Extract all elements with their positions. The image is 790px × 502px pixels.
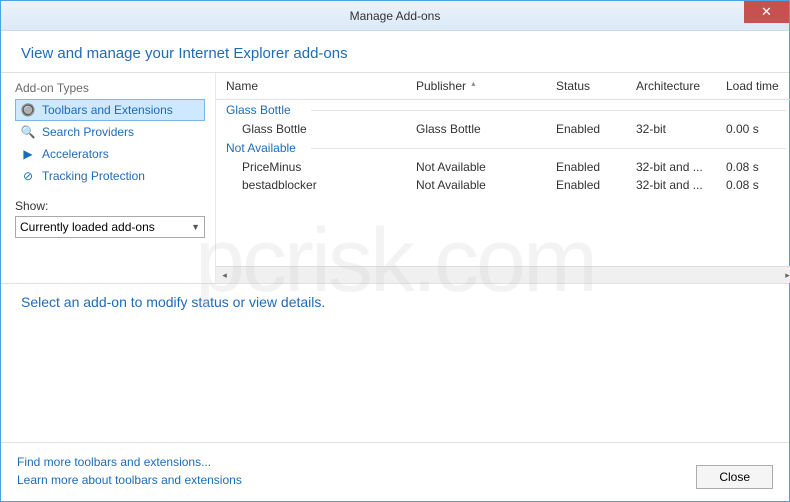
addon-types-label: Add-on Types: [15, 81, 205, 95]
close-button[interactable]: Close: [696, 465, 773, 489]
cell-architecture: 32-bit and ...: [636, 160, 726, 174]
group-header[interactable]: Glass Bottle: [226, 100, 790, 120]
cell-load-time: 0.08 s: [726, 160, 790, 174]
addon-list-panel: Name Publisher ▴ Status Architecture Loa…: [216, 73, 790, 283]
table-body: Glass Bottle Glass Bottle Glass Bottle E…: [216, 100, 790, 266]
cell-status: Enabled: [556, 122, 636, 136]
window-close-button[interactable]: ✕: [744, 1, 789, 23]
col-header-name[interactable]: Name: [226, 79, 416, 93]
cell-publisher: Glass Bottle: [416, 122, 556, 136]
details-pane: Select an add-on to modify status or vie…: [1, 283, 789, 428]
sort-ascending-icon: ▴: [471, 79, 475, 88]
cell-publisher: Not Available: [416, 178, 556, 192]
accelerator-icon: ▶: [20, 146, 36, 162]
table-row[interactable]: bestadblocker Not Available Enabled 32-b…: [226, 176, 790, 194]
search-icon: 🔍: [20, 124, 36, 140]
show-dropdown[interactable]: Currently loaded add-ons ▼: [15, 216, 205, 238]
footer: Find more toolbars and extensions... Lea…: [1, 442, 789, 501]
close-icon: ✕: [761, 4, 772, 20]
table-row[interactable]: PriceMinus Not Available Enabled 32-bit …: [226, 158, 790, 176]
show-label: Show:: [15, 199, 205, 213]
table-row[interactable]: Glass Bottle Glass Bottle Enabled 32-bit…: [226, 120, 790, 138]
scroll-left-icon[interactable]: ◂: [216, 267, 233, 284]
cell-name: PriceMinus: [242, 160, 416, 174]
header-title: View and manage your Internet Explorer a…: [21, 45, 769, 62]
scroll-right-icon[interactable]: ▸: [779, 267, 790, 284]
cell-status: Enabled: [556, 178, 636, 192]
sidebar-item-accelerators[interactable]: ▶ Accelerators: [15, 143, 205, 165]
sidebar-item-label: Toolbars and Extensions: [42, 103, 173, 117]
table-header: Name Publisher ▴ Status Architecture Loa…: [216, 73, 790, 100]
main-area: Add-on Types 🔘 Toolbars and Extensions 🔍…: [1, 73, 789, 283]
cell-load-time: 0.00 s: [726, 122, 790, 136]
col-header-architecture[interactable]: Architecture: [636, 79, 726, 93]
cell-publisher: Not Available: [416, 160, 556, 174]
tracking-icon: ⊘: [20, 168, 36, 184]
find-more-link[interactable]: Find more toolbars and extensions...: [17, 453, 242, 471]
cell-architecture: 32-bit: [636, 122, 726, 136]
group-header[interactable]: Not Available: [226, 138, 790, 158]
sidebar-item-tracking-protection[interactable]: ⊘ Tracking Protection: [15, 165, 205, 187]
footer-links: Find more toolbars and extensions... Lea…: [17, 453, 242, 489]
col-header-publisher[interactable]: Publisher ▴: [416, 79, 556, 93]
toolbars-icon: 🔘: [20, 102, 36, 118]
horizontal-scrollbar[interactable]: ◂ ▸: [216, 266, 790, 283]
window-title: Manage Add-ons: [350, 9, 441, 23]
titlebar: Manage Add-ons ✕: [1, 1, 789, 31]
cell-status: Enabled: [556, 160, 636, 174]
sidebar-item-search-providers[interactable]: 🔍 Search Providers: [15, 121, 205, 143]
details-prompt: Select an add-on to modify status or vie…: [21, 294, 769, 310]
header-banner: View and manage your Internet Explorer a…: [1, 31, 789, 73]
cell-name: Glass Bottle: [242, 122, 416, 136]
col-header-load-time[interactable]: Load time: [726, 79, 790, 93]
sidebar: Add-on Types 🔘 Toolbars and Extensions 🔍…: [1, 73, 216, 283]
sidebar-item-label: Accelerators: [42, 147, 109, 161]
sidebar-item-label: Tracking Protection: [42, 169, 145, 183]
learn-more-link[interactable]: Learn more about toolbars and extensions: [17, 471, 242, 489]
sidebar-item-label: Search Providers: [42, 125, 134, 139]
show-dropdown-value: Currently loaded add-ons: [20, 220, 155, 234]
col-header-status[interactable]: Status: [556, 79, 636, 93]
chevron-down-icon: ▼: [191, 222, 200, 232]
cell-name: bestadblocker: [242, 178, 416, 192]
cell-load-time: 0.08 s: [726, 178, 790, 192]
sidebar-item-toolbars-extensions[interactable]: 🔘 Toolbars and Extensions: [15, 99, 205, 121]
cell-architecture: 32-bit and ...: [636, 178, 726, 192]
addon-types-group: Add-on Types 🔘 Toolbars and Extensions 🔍…: [15, 81, 205, 187]
